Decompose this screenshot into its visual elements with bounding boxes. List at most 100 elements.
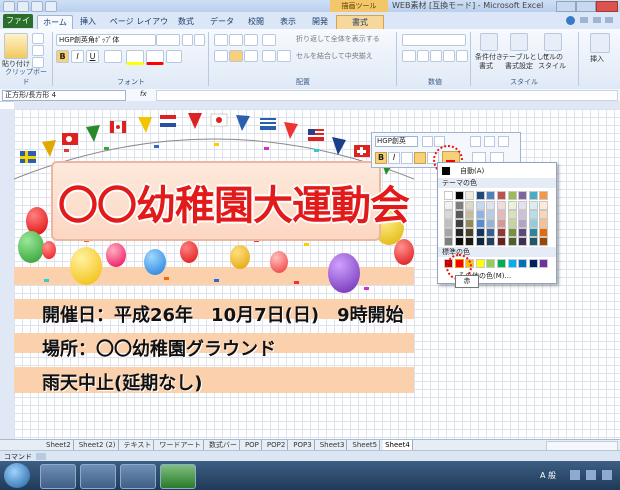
theme-color-swatch[interactable] xyxy=(507,191,517,200)
theme-color-swatch[interactable] xyxy=(486,201,496,210)
standard-color-swatch[interactable] xyxy=(528,259,538,268)
sheet-tab[interactable]: ワードアート xyxy=(157,440,204,450)
theme-color-swatch[interactable] xyxy=(444,219,453,228)
copy-icon[interactable] xyxy=(32,45,44,56)
start-button-icon[interactable] xyxy=(4,463,30,488)
mini-sort-icon[interactable] xyxy=(470,136,481,147)
table-format-icon[interactable] xyxy=(510,33,528,51)
theme-color-swatch[interactable] xyxy=(539,237,549,246)
theme-color-swatch[interactable] xyxy=(475,201,485,210)
theme-color-swatch[interactable] xyxy=(454,210,464,219)
theme-color-swatch[interactable] xyxy=(444,237,453,246)
undo-icon[interactable] xyxy=(31,1,43,12)
standard-color-swatch[interactable] xyxy=(497,259,506,268)
theme-color-swatch[interactable] xyxy=(486,219,496,228)
theme-color-swatch[interactable] xyxy=(454,191,464,200)
font-name-select[interactable]: HGP創英角ﾎﾟｯﾌﾟ体 xyxy=(56,34,156,46)
borders-icon[interactable] xyxy=(104,50,122,63)
mini-align-center-icon[interactable] xyxy=(414,152,426,164)
number-format-select[interactable] xyxy=(402,34,466,46)
increase-decimal-icon[interactable] xyxy=(443,50,455,62)
sheet-tab[interactable]: Sheet5 xyxy=(350,440,381,450)
close-button[interactable] xyxy=(596,1,618,12)
row-headers[interactable] xyxy=(0,109,15,439)
theme-color-swatch[interactable] xyxy=(465,228,475,237)
mini-copy-icon[interactable] xyxy=(484,136,495,147)
app-taskbar-icon[interactable] xyxy=(120,464,156,489)
tab-data[interactable]: データ xyxy=(208,15,236,28)
theme-color-swatch[interactable] xyxy=(539,210,549,219)
outlook-taskbar-icon[interactable] xyxy=(80,464,116,489)
theme-color-swatch[interactable] xyxy=(528,228,538,237)
tab-format[interactable]: 書式 xyxy=(336,15,384,29)
tray-icon[interactable] xyxy=(602,470,612,480)
increase-indent-icon[interactable] xyxy=(277,50,291,62)
theme-color-swatch[interactable] xyxy=(518,237,528,246)
theme-color-swatch[interactable] xyxy=(539,201,549,210)
orientation-icon[interactable] xyxy=(262,34,276,46)
align-center-icon[interactable] xyxy=(229,50,243,62)
tab-developer[interactable]: 開発 xyxy=(308,15,332,28)
theme-color-swatch[interactable] xyxy=(507,210,517,219)
shrink-font-icon[interactable] xyxy=(194,34,205,46)
theme-color-swatch[interactable] xyxy=(539,191,549,200)
mini-grow-font-icon[interactable] xyxy=(422,136,433,147)
tab-view[interactable]: 表示 xyxy=(276,15,300,28)
theme-color-swatch[interactable] xyxy=(444,201,453,210)
insert-cells-icon[interactable] xyxy=(590,33,610,53)
sheet-tab[interactable]: Sheet2 (2) xyxy=(77,440,119,450)
tab-file[interactable]: ファイル xyxy=(3,14,33,38)
theme-color-swatch[interactable] xyxy=(486,228,496,237)
comma-icon[interactable] xyxy=(430,50,442,62)
cell-style-label-2[interactable]: スタイル xyxy=(538,61,566,71)
excel-app-icon[interactable] xyxy=(3,1,15,12)
close-workbook-icon[interactable] xyxy=(605,17,613,23)
minimize-button[interactable] xyxy=(556,1,576,12)
theme-color-swatch[interactable] xyxy=(497,201,506,210)
theme-color-swatch[interactable] xyxy=(518,201,528,210)
theme-color-swatch[interactable] xyxy=(528,219,538,228)
align-left-icon[interactable] xyxy=(214,50,228,62)
help-icon[interactable] xyxy=(566,16,575,25)
tab-page-layout[interactable]: ページ レイアウト xyxy=(108,15,170,39)
theme-color-swatch[interactable] xyxy=(444,228,453,237)
explorer-taskbar-icon[interactable] xyxy=(40,464,76,489)
theme-color-swatch[interactable] xyxy=(497,228,506,237)
sheet-tab[interactable]: POP3 xyxy=(291,440,315,450)
sheet-tab[interactable]: Sheet4 xyxy=(383,440,413,450)
poster-shape[interactable]: 〇〇幼稚園大運動会 開催日：平成26年 10月7日(日) 9時開始 場所：〇〇幼… xyxy=(14,109,414,399)
theme-color-swatch[interactable] xyxy=(465,237,475,246)
fill-color-icon[interactable] xyxy=(126,50,144,65)
theme-color-swatch[interactable] xyxy=(518,210,528,219)
theme-color-swatch[interactable] xyxy=(497,191,506,200)
theme-color-swatch[interactable] xyxy=(539,219,549,228)
standard-color-swatch[interactable] xyxy=(518,259,528,268)
theme-color-swatch[interactable] xyxy=(454,201,464,210)
theme-color-swatch[interactable] xyxy=(475,228,485,237)
underline-icon[interactable]: U xyxy=(86,50,99,63)
sheet-tab[interactable]: Sheet2 xyxy=(44,440,74,450)
ribbon-minimize-icon[interactable] xyxy=(580,17,588,23)
decrease-decimal-icon[interactable] xyxy=(456,50,468,62)
theme-color-swatch[interactable] xyxy=(486,191,496,200)
theme-color-swatch[interactable] xyxy=(465,210,475,219)
theme-color-swatch[interactable] xyxy=(444,191,453,200)
excel-taskbar-icon[interactable] xyxy=(160,464,196,489)
maximize-button[interactable] xyxy=(576,1,596,12)
mini-font-select[interactable]: HGP創英 xyxy=(375,136,418,147)
sheet-tab[interactable]: Sheet3 xyxy=(318,440,348,450)
title-banner[interactable]: 〇〇幼稚園大運動会 xyxy=(51,161,410,241)
theme-color-swatch[interactable] xyxy=(539,228,549,237)
theme-color-swatch[interactable] xyxy=(465,219,475,228)
tray-icon[interactable] xyxy=(570,470,580,480)
theme-color-swatch[interactable] xyxy=(507,201,517,210)
sheet-tab[interactable]: POP2 xyxy=(265,440,289,450)
theme-color-swatch[interactable] xyxy=(518,191,528,200)
cut-icon[interactable] xyxy=(32,33,44,44)
theme-color-swatch[interactable] xyxy=(475,191,485,200)
sheet-tab[interactable]: POP xyxy=(243,440,262,450)
theme-color-swatch[interactable] xyxy=(486,210,496,219)
theme-color-swatch[interactable] xyxy=(475,210,485,219)
align-bottom-icon[interactable] xyxy=(244,34,258,46)
ime-indicator[interactable]: A 般 xyxy=(540,470,556,481)
